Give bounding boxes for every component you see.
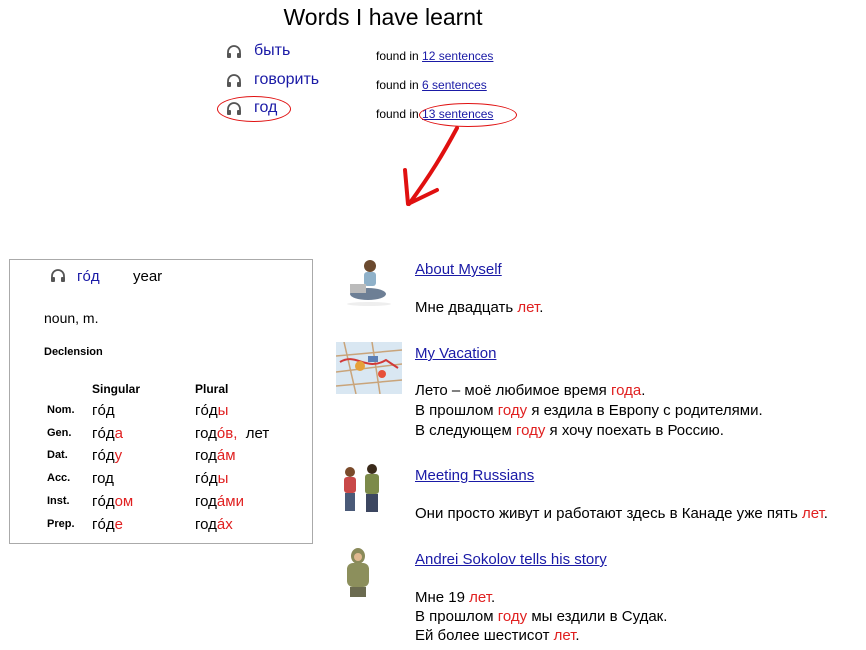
story-sentence: Они просто живут и работают здесь в Кана… xyxy=(415,505,828,522)
plural-form: гóды xyxy=(195,402,229,419)
case-label: Prep. xyxy=(47,518,75,530)
singular-form: гóд xyxy=(92,402,115,419)
story-title-link[interactable]: Andrei Sokolov tells his story xyxy=(415,551,607,568)
page-title: Words I have learnt xyxy=(283,4,483,30)
singular-header: Singular xyxy=(92,382,141,396)
plural-form: годáм xyxy=(195,447,236,464)
singular-form: гóда xyxy=(92,425,123,442)
case-label: Gen. xyxy=(47,427,72,439)
story-sentence: Лето – моё любимое время года. xyxy=(415,382,646,399)
found-prefix: found in xyxy=(376,49,419,63)
singular-form: гóдом xyxy=(92,493,134,510)
plural-form: годóв, лет xyxy=(195,425,270,442)
word-card: гóд year noun, m. Declension Singular Pl… xyxy=(9,259,313,544)
plural-header: Plural xyxy=(195,382,229,396)
plural-form: годáми xyxy=(195,493,244,510)
europe-map-image[interactable] xyxy=(336,342,402,394)
case-label: Nom. xyxy=(47,404,75,416)
plural-form: гóды xyxy=(195,470,229,487)
headword: гóд xyxy=(77,268,100,285)
story-sentence: В прошлом году мы ездили в Судак. xyxy=(415,608,668,625)
part-of-speech: noun, m. xyxy=(44,310,99,326)
word-link[interactable]: говорить xyxy=(254,71,319,89)
found-count: found in 12 sentences xyxy=(376,49,493,63)
story-title-link[interactable]: Meeting Russians xyxy=(415,467,534,484)
headphones-icon[interactable] xyxy=(226,74,242,88)
word-link[interactable]: быть xyxy=(254,42,290,60)
headphones-icon[interactable] xyxy=(50,269,66,283)
case-label: Acc. xyxy=(47,472,71,484)
man-in-hoodie-image[interactable] xyxy=(336,546,402,598)
singular-form: гóду xyxy=(92,447,123,464)
singular-form: гóде xyxy=(92,516,123,533)
story-title-link[interactable]: About Myself xyxy=(415,261,502,278)
case-label: Dat. xyxy=(47,449,68,461)
red-arrow-icon xyxy=(403,126,459,206)
sentences-link[interactable]: 6 sentences xyxy=(422,78,487,92)
highlight-ellipse xyxy=(217,96,291,122)
story-sentence: В следующем году я хочу поехать в Россию… xyxy=(415,422,724,439)
story-title-link[interactable]: My Vacation xyxy=(415,345,496,362)
case-label: Inst. xyxy=(47,495,70,507)
plural-form: годáх xyxy=(195,516,233,533)
found-prefix: found in xyxy=(376,107,419,121)
found-prefix: found in xyxy=(376,78,419,92)
translation: year xyxy=(133,268,163,285)
found-count: found in 6 sentences xyxy=(376,78,487,92)
story-sentence: Ей более шестисот лет. xyxy=(415,627,580,644)
singular-form: год xyxy=(92,470,114,487)
story-sentence: Мне двадцать лет. xyxy=(415,299,544,316)
headphones-icon[interactable] xyxy=(226,45,242,59)
story-sentence: В прошлом году я ездила в Европу с родит… xyxy=(415,402,763,419)
sentences-link[interactable]: 12 sentences xyxy=(422,49,493,63)
girl-sitting-with-laptop-image[interactable] xyxy=(336,256,402,308)
declension-heading: Declension xyxy=(44,346,103,358)
two-students-image[interactable] xyxy=(336,462,402,514)
story-sentence: Мне 19 лет. xyxy=(415,589,496,606)
